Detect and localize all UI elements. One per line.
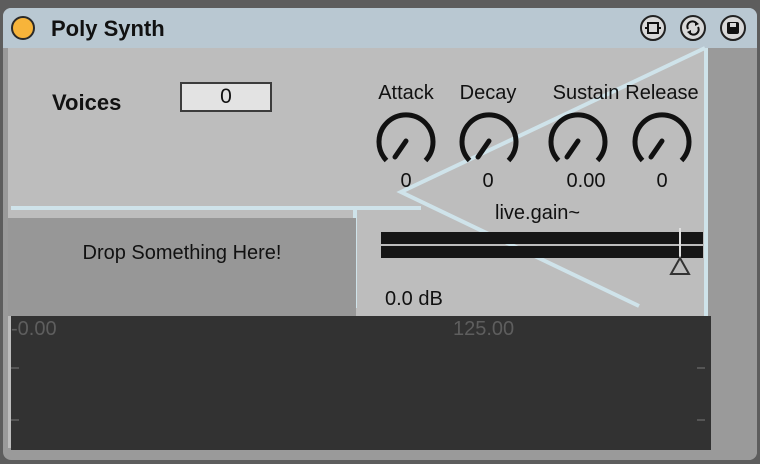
plot-start-label: -0.00 [11,318,57,340]
device-window: Poly Synth Voices 0 Attack 0 Decay 0 Sus… [3,8,757,460]
gain-db-readout: 0.0 dB [385,288,443,310]
plot-mid-label: 125.00 [453,318,515,340]
plot-ticks [11,367,705,421]
plot-display[interactable]: -0.00 125.00 [11,316,711,450]
